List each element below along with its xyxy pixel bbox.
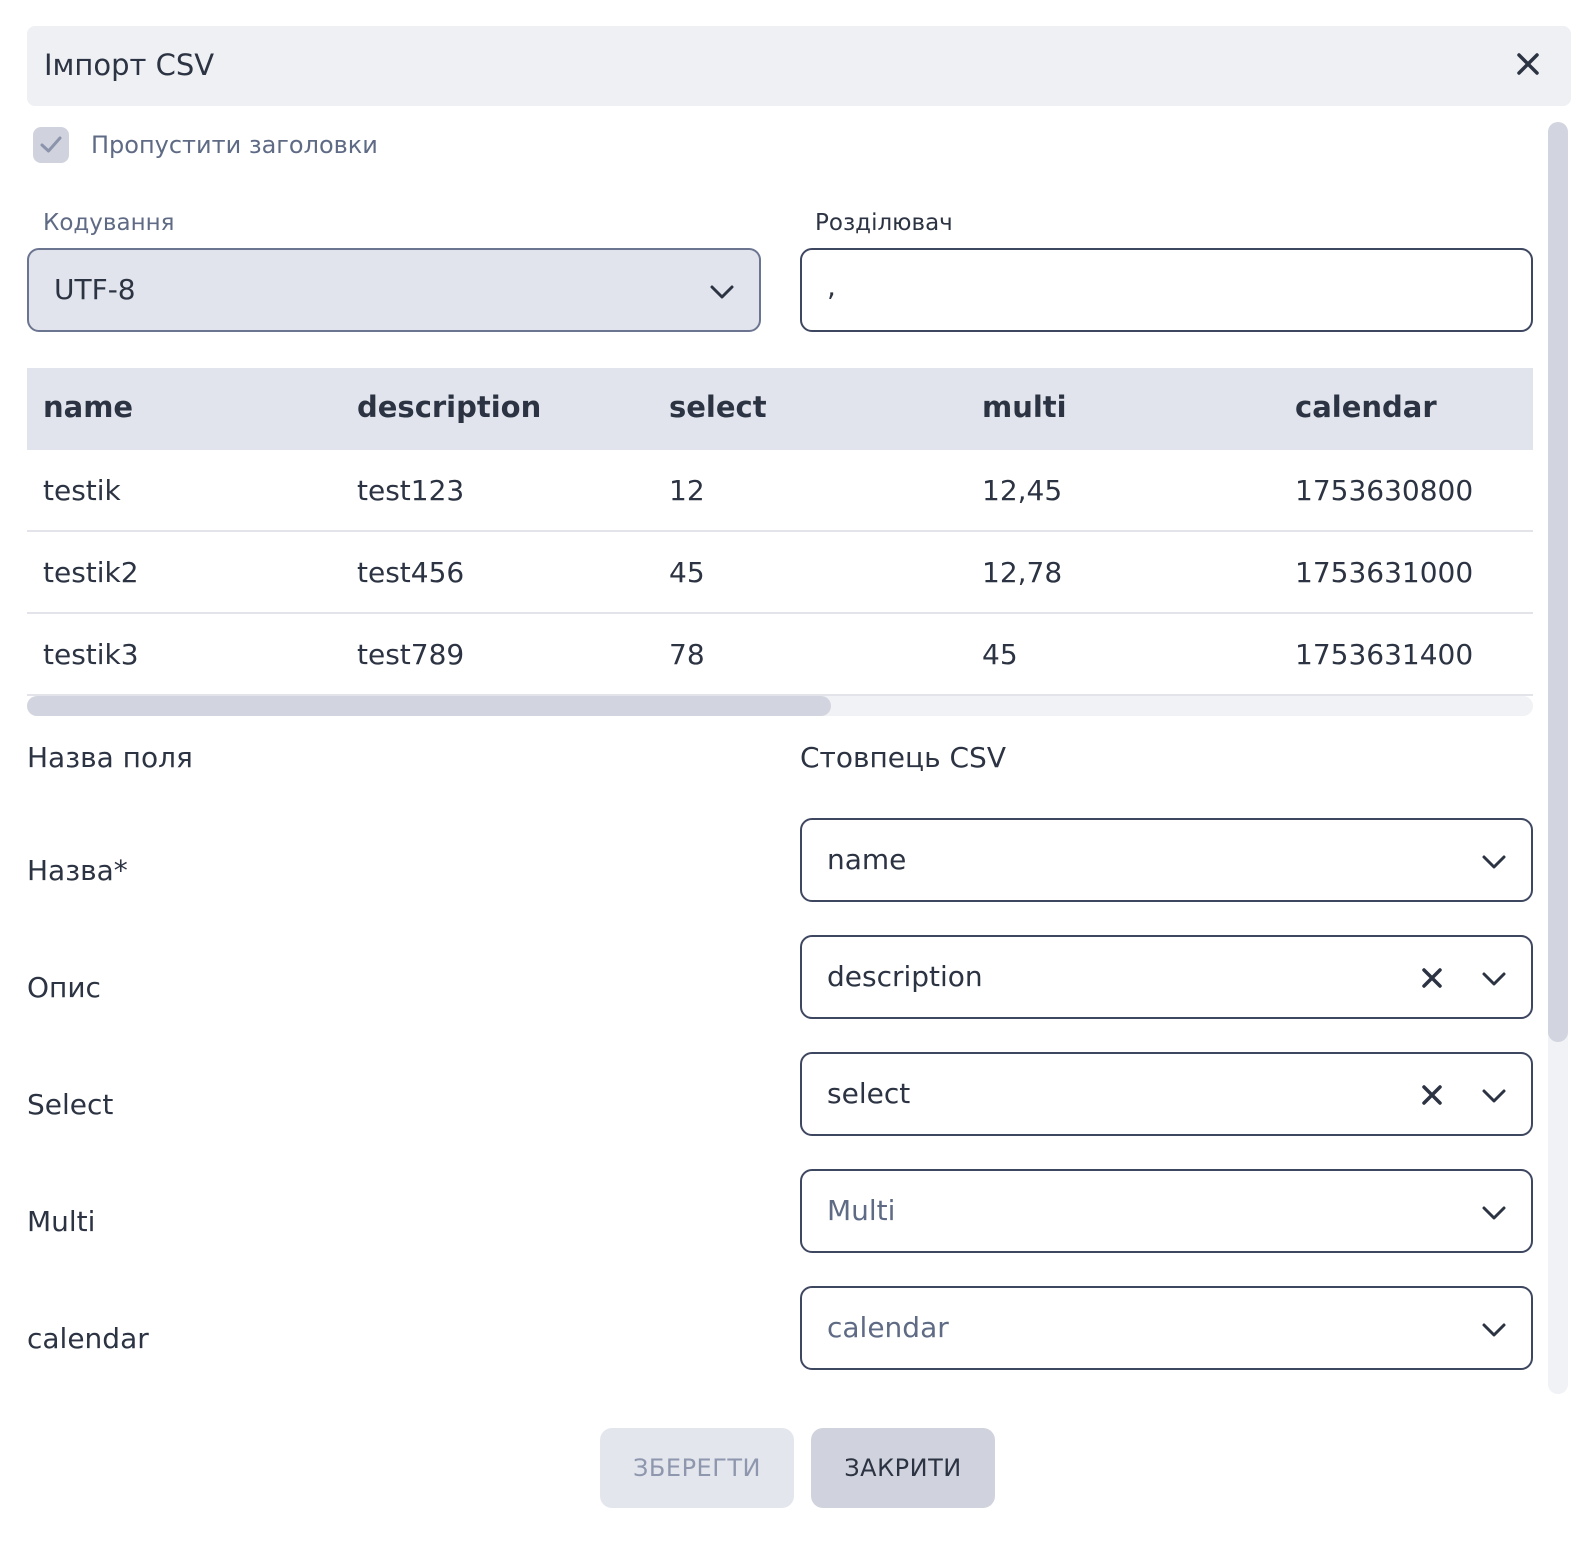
- field-name-header: Назва поля: [27, 741, 193, 774]
- chevron-down-icon: [1479, 1081, 1509, 1111]
- column-header: calendar: [1295, 390, 1437, 424]
- table-cell: 12: [669, 474, 705, 507]
- save-button[interactable]: ЗБЕРЕГТИ: [600, 1428, 794, 1508]
- encoding-label: Кодування: [43, 210, 175, 236]
- mapping-field-label: Опис: [27, 971, 101, 1004]
- table-cell: 1753631400: [1295, 638, 1474, 671]
- table-header: name description select multi calendar: [27, 368, 1533, 450]
- close-button[interactable]: ЗАКРИТИ: [811, 1428, 995, 1508]
- horizontal-scrollbar[interactable]: [27, 696, 1533, 716]
- table-cell: testik3: [43, 638, 139, 671]
- mapping-select-description[interactable]: description: [800, 935, 1533, 1019]
- mapping-select-select[interactable]: select: [800, 1052, 1533, 1136]
- column-header: description: [357, 390, 542, 424]
- table-cell: 12,78: [982, 556, 1063, 589]
- mapping-select-value: description: [827, 960, 983, 993]
- mapping-select-name[interactable]: name: [800, 818, 1533, 902]
- skip-headers-option[interactable]: Пропустити заголовки: [33, 126, 378, 164]
- chevron-down-icon: [1479, 1315, 1509, 1345]
- clear-icon[interactable]: [1417, 963, 1447, 993]
- dialog-header: Імпорт CSV: [27, 26, 1571, 106]
- vertical-scrollbar-thumb[interactable]: [1548, 122, 1568, 1042]
- horizontal-scrollbar-thumb[interactable]: [27, 696, 831, 716]
- mapping-select-value: select: [827, 1077, 911, 1110]
- csv-column-header: Стовпець CSV: [800, 741, 1006, 774]
- table-cell: 45: [982, 638, 1018, 671]
- separator-input[interactable]: ,: [800, 248, 1533, 332]
- mapping-select-placeholder: Multi: [827, 1194, 896, 1227]
- clear-icon[interactable]: [1417, 1080, 1447, 1110]
- table-cell: 12,45: [982, 474, 1063, 507]
- table-cell: testik2: [43, 556, 139, 589]
- chevron-down-icon: [1479, 1198, 1509, 1228]
- encoding-select[interactable]: UTF-8: [27, 248, 761, 332]
- mapping-field-label: Multi: [27, 1205, 96, 1238]
- encoding-value: UTF-8: [54, 273, 136, 306]
- separator-value: ,: [827, 270, 836, 303]
- column-header: name: [43, 390, 134, 424]
- table-cell: test456: [357, 556, 465, 589]
- csv-import-dialog: Імпорт CSV Пропустити заголовки Кодуванн…: [0, 0, 1588, 1542]
- mapping-select-value: name: [827, 843, 907, 876]
- mapping-field-label: Select: [27, 1088, 114, 1121]
- chevron-down-icon: [1479, 964, 1509, 994]
- table-cell: test789: [357, 638, 465, 671]
- mapping-field-label: calendar: [27, 1322, 149, 1355]
- mapping-field-label: Назва*: [27, 854, 128, 887]
- separator-label: Розділювач: [815, 210, 953, 236]
- table-cell: test123: [357, 474, 465, 507]
- checkmark-icon: [40, 136, 62, 153]
- table-row: testik2 test456 45 12,78 1753631000: [27, 532, 1533, 614]
- mapping-select-multi[interactable]: Multi: [800, 1169, 1533, 1253]
- chevron-down-icon: [707, 277, 737, 307]
- dialog-title: Імпорт CSV: [44, 48, 215, 82]
- close-icon[interactable]: [1513, 49, 1543, 79]
- table-cell: 78: [669, 638, 705, 671]
- mapping-select-placeholder: calendar: [827, 1311, 949, 1344]
- skip-headers-label: Пропустити заголовки: [91, 131, 378, 159]
- table-row: testik test123 12 12,45 1753630800: [27, 450, 1533, 532]
- table-row: testik3 test789 78 45 1753631400: [27, 614, 1533, 696]
- mapping-select-calendar[interactable]: calendar: [800, 1286, 1533, 1370]
- csv-preview-table: name description select multi calendar t…: [27, 368, 1533, 696]
- table-cell: testik: [43, 474, 121, 507]
- skip-headers-checkbox[interactable]: [33, 127, 69, 163]
- table-cell: 1753630800: [1295, 474, 1474, 507]
- chevron-down-icon: [1479, 847, 1509, 877]
- column-header: select: [669, 390, 767, 424]
- column-header: multi: [982, 390, 1067, 424]
- table-cell: 1753631000: [1295, 556, 1474, 589]
- vertical-scrollbar[interactable]: [1548, 122, 1568, 1394]
- table-cell: 45: [669, 556, 705, 589]
